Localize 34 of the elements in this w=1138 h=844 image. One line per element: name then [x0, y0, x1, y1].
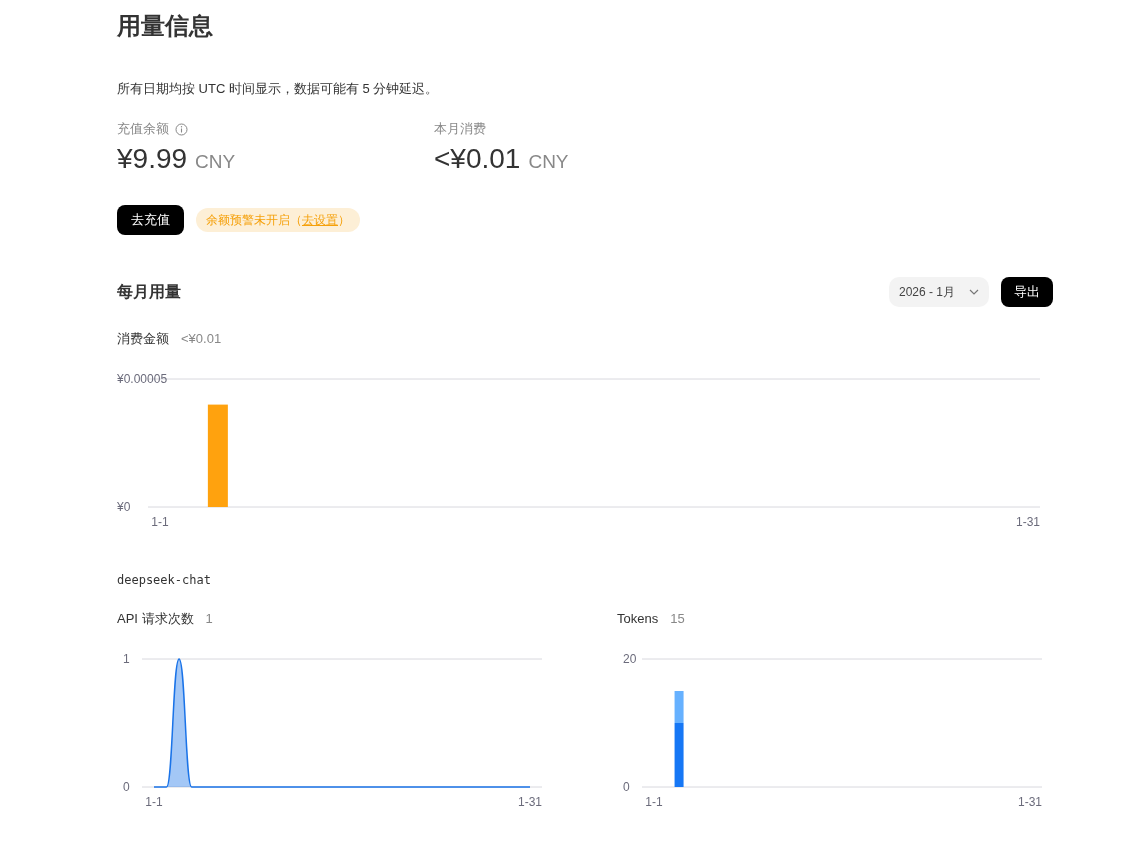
section-title: 每月用量	[117, 281, 181, 302]
month-select[interactable]: 2026 - 1月	[888, 277, 989, 307]
monthly-spend-label: 本月消费	[434, 120, 486, 138]
currency-label: CNY	[195, 151, 236, 173]
y-axis-label: ¥0.00005	[117, 372, 168, 386]
info-icon[interactable]	[175, 122, 188, 136]
currency-label: CNY	[528, 151, 569, 173]
timezone-notice: 所有日期均按 UTC 时间显示，数据可能有 5 分钟延迟。	[117, 80, 440, 98]
x-axis-label: 1-31	[518, 795, 542, 809]
balance-amount: ¥9.99	[117, 142, 188, 176]
chart-total: 1	[205, 610, 213, 628]
model-name: deepseek-chat	[117, 573, 212, 587]
balance-label: 充值余额	[117, 120, 169, 138]
top-up-button[interactable]: 去充值	[117, 205, 184, 235]
x-axis-label: 1-1	[145, 795, 163, 809]
y-axis-label: 0	[623, 780, 630, 794]
x-axis-label: 1-31	[1016, 515, 1040, 529]
y-axis-label: ¥0	[117, 500, 131, 514]
x-axis-label: 1-31	[1018, 795, 1042, 809]
export-button[interactable]: 导出	[1001, 277, 1053, 307]
chart-total: <¥0.01	[181, 330, 222, 348]
chevron-down-icon	[969, 289, 979, 295]
y-axis-label: 20	[623, 652, 637, 666]
balance-alert-text: 余额预警未开启（去设置）	[206, 213, 350, 227]
chart-title: Tokens	[617, 610, 659, 628]
chart-total: 15	[670, 610, 685, 628]
x-axis-label: 1-1	[151, 515, 169, 529]
monthly-spend-amount: <¥0.01	[434, 142, 521, 176]
y-axis-label: 0	[123, 780, 130, 794]
chart-title: 消费金额	[117, 330, 169, 348]
page-title: 用量信息	[117, 11, 214, 41]
y-axis-label: 1	[123, 652, 130, 666]
chart-title: API 请求次数	[117, 610, 194, 628]
x-axis-label: 1-1	[645, 795, 663, 809]
